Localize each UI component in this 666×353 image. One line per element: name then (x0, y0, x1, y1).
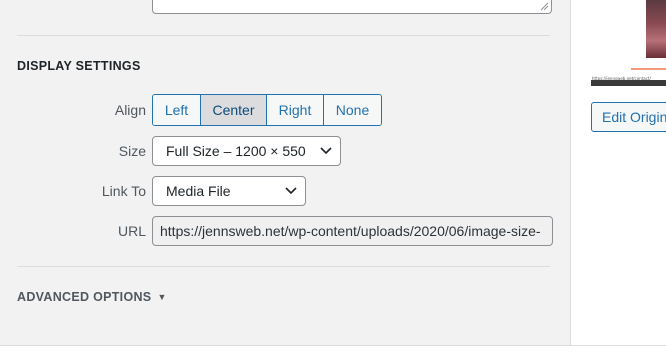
align-left-button[interactable]: Left (153, 95, 201, 125)
align-none-button[interactable]: None (324, 95, 381, 125)
chevron-down-icon (320, 147, 332, 155)
caret-down-icon: ▼ (157, 292, 167, 302)
edit-original-button[interactable]: Edit Original (591, 102, 666, 132)
display-settings-heading: DISPLAY SETTINGS (17, 59, 141, 73)
resize-handle-icon[interactable] (539, 1, 549, 11)
section-divider (17, 266, 550, 267)
thumbnail-accent (631, 68, 666, 70)
align-label: Align (114, 102, 146, 118)
align-right-button[interactable]: Right (267, 95, 324, 125)
align-button-group: Left Center Right None (152, 94, 382, 126)
url-field[interactable]: https://jennsweb.net/wp-content/uploads/… (152, 216, 553, 246)
size-select-value: Full Size – 1200 × 550 (166, 143, 306, 159)
size-select[interactable]: Full Size – 1200 × 550 (152, 136, 341, 166)
url-label: URL (117, 223, 146, 239)
align-center-button[interactable]: Center (201, 95, 267, 125)
attachment-thumbnail: https://jennsweb.net/contact/ (591, 0, 666, 86)
size-label: Size (118, 143, 146, 159)
section-divider (17, 35, 550, 36)
link-to-select-value: Media File (166, 183, 231, 199)
link-to-label: Link To (101, 183, 146, 199)
link-to-select[interactable]: Media File (152, 176, 306, 206)
description-textarea[interactable] (152, 0, 552, 14)
advanced-options-label: ADVANCED OPTIONS (17, 290, 152, 304)
thumbnail-strip (591, 80, 666, 86)
thumbnail-photo (646, 0, 666, 58)
chevron-down-icon (285, 187, 297, 195)
modal-bottom-bar (0, 345, 666, 353)
advanced-options-toggle[interactable]: ADVANCED OPTIONS ▼ (17, 290, 167, 304)
